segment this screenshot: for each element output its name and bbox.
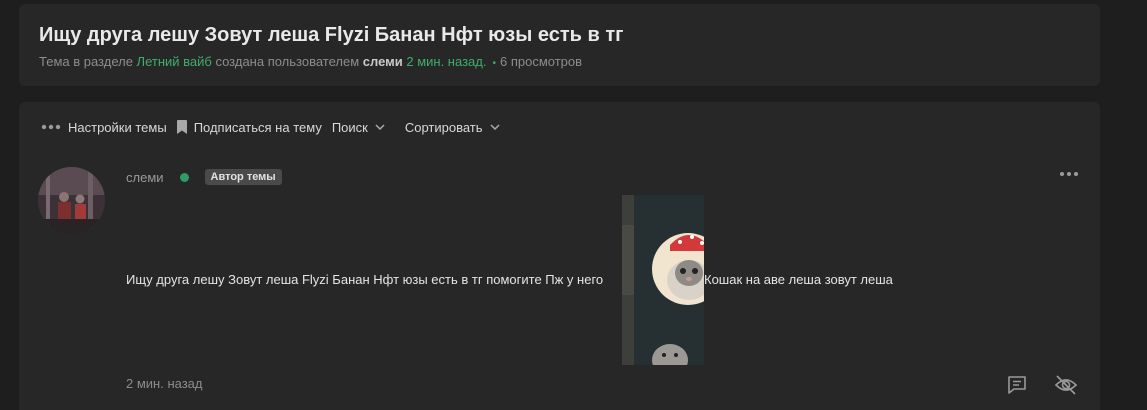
more-dot	[1067, 172, 1071, 176]
post-more-button[interactable]	[1060, 172, 1078, 176]
thread-header: Ищу друга лешу Зовут леша Flyzi Банан Нф…	[19, 4, 1100, 86]
thread-title: Ищу друга лешу Зовут леша Flyzi Банан Нф…	[39, 24, 624, 46]
post-body: Ищу друга лешу Зовут леша Flyzi Банан Нф…	[126, 272, 893, 287]
thread-meta: Тема в разделе Летний вайб создана польз…	[39, 54, 582, 69]
meta-separator: •	[492, 58, 496, 69]
more-dot	[1074, 172, 1078, 176]
bookmark-icon	[176, 120, 187, 134]
comment-icon[interactable]	[1006, 374, 1028, 401]
thread-settings-button[interactable]: Настройки темы	[41, 120, 167, 135]
meta-prefix: Тема в разделе	[39, 54, 137, 69]
subscribe-button[interactable]: Подписаться на тему	[176, 119, 322, 135]
more-dot	[1060, 172, 1064, 176]
post-author-row: слеми Автор темы	[126, 169, 282, 185]
post-card: Настройки темы Подписаться на тему Поиск…	[19, 102, 1100, 410]
chevron-down-icon	[375, 124, 385, 130]
post-image[interactable]	[622, 195, 704, 365]
author-badge: Автор темы	[204, 169, 282, 185]
sort-dropdown[interactable]: Сортировать	[405, 120, 500, 135]
meta-middle: создана пользователем	[211, 54, 363, 69]
sort-label: Сортировать	[404, 119, 483, 135]
section-link[interactable]: Летний вайб	[137, 54, 212, 69]
online-status-icon	[179, 172, 189, 182]
chevron-down-icon	[490, 124, 500, 130]
thread-time-link[interactable]: 2 мин. назад.	[403, 54, 486, 69]
eye-off-icon[interactable]	[1054, 374, 1078, 401]
search-dropdown[interactable]: Поиск	[332, 120, 385, 135]
post-time[interactable]: 2 мин. назад	[126, 376, 202, 391]
post-text-before: Ищу друга лешу Зовут леша Flyzi Банан Нф…	[126, 272, 604, 287]
subscribe-label: Подписаться на тему	[193, 119, 322, 135]
search-label: Поиск	[331, 119, 368, 135]
view-count: 6 просмотров	[499, 54, 583, 69]
avatar[interactable]	[38, 167, 105, 234]
thread-settings-label: Настройки темы	[68, 119, 167, 135]
post-author-name[interactable]: слеми	[126, 170, 164, 185]
thread-toolbar: Настройки темы Подписаться на тему Поиск…	[41, 118, 510, 136]
author-link[interactable]: слеми	[363, 54, 403, 69]
post-text-after: Кошак на аве леша зовут леша	[704, 272, 893, 287]
more-horizontal-icon	[41, 124, 61, 130]
